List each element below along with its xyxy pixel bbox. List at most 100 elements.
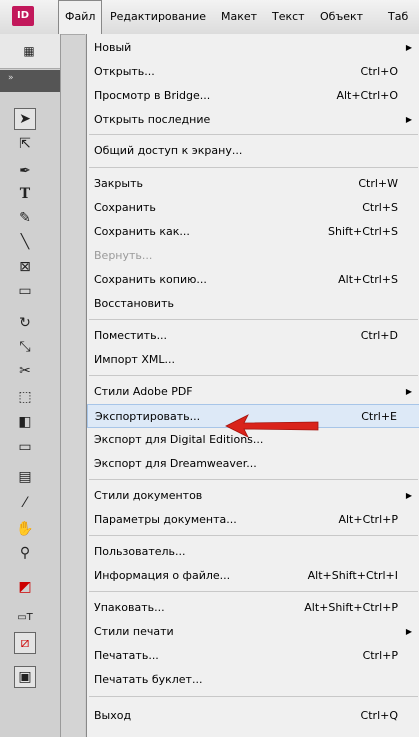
menu-separator [89, 319, 418, 320]
menu-item-open-recent[interactable]: Открыть последние ▶ [87, 108, 419, 132]
menu-item-exit[interactable]: Выход Ctrl+Q [87, 704, 419, 728]
menu-item-print[interactable]: Печатать... Ctrl+P [87, 644, 419, 668]
menu-item-share-screen[interactable]: Общий доступ к экрану... [87, 139, 419, 163]
gradient-feather-tool-icon[interactable]: ▭ [14, 436, 36, 458]
app-logo: ID [12, 6, 34, 26]
submenu-arrow-icon: ▶ [405, 491, 412, 500]
item-shortcut: Ctrl+Q [360, 709, 398, 722]
file-menu-dropdown: Новый ▶ Открыть... Ctrl+O Просмотр в Bri… [86, 34, 419, 737]
menu-item-document-presets[interactable]: Стили документов ▶ [87, 484, 419, 508]
item-label: Пользователь... [94, 545, 186, 558]
menu-item-print-presets[interactable]: Стили печати ▶ [87, 620, 419, 644]
collapse-icon[interactable]: » [8, 73, 14, 83]
menu-item-import-xml[interactable]: Импорт XML... [87, 348, 419, 372]
rotate-tool-icon[interactable]: ↻ [14, 312, 36, 334]
submenu-arrow-icon: ▶ [405, 115, 412, 124]
menu-edit[interactable]: Редактирование [110, 0, 206, 34]
screen-mode-icon[interactable]: ▣ [14, 666, 36, 688]
menu-separator [89, 696, 418, 697]
menu-separator [89, 134, 418, 135]
menu-item-browse-bridge[interactable]: Просмотр в Bridge... Alt+Ctrl+O [87, 84, 419, 108]
menu-item-place[interactable]: Поместить... Ctrl+D [87, 324, 419, 348]
menu-item-export-dreamweaver[interactable]: Экспорт для Dreamweaver... [87, 452, 419, 476]
item-shortcut: Alt+Ctrl+S [338, 273, 398, 286]
item-label: Стили документов [94, 489, 203, 502]
menu-separator [89, 167, 418, 168]
item-label: Закрыть [94, 177, 143, 190]
menu-item-restore[interactable]: Восстановить [87, 292, 419, 316]
panel-header: » [0, 70, 60, 92]
menu-item-document-setup[interactable]: Параметры документа... Alt+Ctrl+P [87, 508, 419, 532]
hand-tool-icon[interactable]: ✋ [14, 518, 36, 540]
menu-item-save[interactable]: Сохранить Ctrl+S [87, 196, 419, 220]
menu-item-file-info[interactable]: Информация о файле... Alt+Shift+Ctrl+I [87, 564, 419, 588]
line-tool-icon[interactable]: ╲ [14, 231, 36, 253]
zoom-tool-icon[interactable]: ⚲ [14, 542, 36, 564]
note-tool-icon[interactable]: ▤ [14, 466, 36, 488]
menu-file[interactable]: Файл [58, 0, 103, 34]
item-label: Стили печати [94, 625, 174, 638]
menu-separator [89, 535, 418, 536]
scissors-tool-icon[interactable]: ✂ [14, 360, 36, 382]
gradient-swatch-tool-icon[interactable]: ◧ [14, 411, 36, 433]
free-transform-tool-icon[interactable]: ⬚ [14, 386, 36, 408]
item-label: Поместить... [94, 329, 168, 342]
menu-separator [89, 375, 418, 376]
item-label: Импорт XML... [94, 353, 175, 366]
control-strip: ▦ [0, 34, 60, 69]
menu-item-save-copy[interactable]: Сохранить копию... Alt+Ctrl+S [87, 268, 419, 292]
item-label: Упаковать... [94, 601, 165, 614]
pen-tool-icon[interactable]: ✒ [14, 160, 36, 182]
selection-tool-icon[interactable]: ➤ [14, 108, 36, 130]
menu-bar: ID Файл Редактирование Макет Текст Объек… [0, 0, 419, 35]
item-label: Информация о файле... [94, 569, 231, 582]
menu-item-print-booklet[interactable]: Печатать буклет... [87, 668, 419, 692]
submenu-arrow-icon: ▶ [405, 627, 412, 636]
item-label: Вернуть... [94, 249, 153, 262]
reference-point-icon[interactable]: ▦ [18, 40, 40, 62]
red-pointer-arrow-icon [225, 414, 319, 438]
item-label: Стили Adobe PDF [94, 385, 193, 398]
item-label: Новый [94, 41, 132, 54]
item-label: Общий доступ к экрану... [94, 144, 243, 157]
item-shortcut: Ctrl+P [362, 649, 398, 662]
item-label: Выход [94, 709, 132, 722]
formatting-icon[interactable]: ▭T [14, 607, 36, 629]
menu-item-open[interactable]: Открыть... Ctrl+O [87, 60, 419, 84]
menu-item-pdf-presets[interactable]: Стили Adobe PDF ▶ [87, 380, 419, 404]
direct-selection-tool-icon[interactable]: ⇱ [14, 133, 36, 155]
rectangle-frame-tool-icon[interactable]: ⊠ [14, 256, 36, 278]
item-shortcut: Alt+Shift+Ctrl+P [304, 601, 398, 614]
menu-item-save-as[interactable]: Сохранить как... Shift+Ctrl+S [87, 220, 419, 244]
item-label: Печатать буклет... [94, 673, 203, 686]
item-label: Сохранить копию... [94, 273, 207, 286]
item-label: Экспорт для Dreamweaver... [94, 457, 257, 470]
item-label: Параметры документа... [94, 513, 237, 526]
item-shortcut: Alt+Ctrl+O [336, 89, 398, 102]
menu-item-user[interactable]: Пользователь... [87, 540, 419, 564]
item-shortcut: Alt+Ctrl+P [338, 513, 398, 526]
rectangle-tool-icon[interactable]: ▭ [14, 280, 36, 302]
menu-item-close[interactable]: Закрыть Ctrl+W [87, 172, 419, 196]
item-label: Просмотр в Bridge... [94, 89, 211, 102]
item-shortcut: Shift+Ctrl+S [328, 225, 398, 238]
item-label: Сохранить [94, 201, 156, 214]
pencil-tool-icon[interactable]: ✎ [14, 207, 36, 229]
eyedropper-tool-icon[interactable]: ⁄ [14, 492, 36, 514]
menu-object[interactable]: Объект [320, 0, 363, 34]
menu-item-new[interactable]: Новый ▶ [87, 36, 419, 60]
menu-separator [89, 591, 418, 592]
apply-none-icon[interactable]: ⧄ [14, 632, 36, 654]
menu-table[interactable]: Таб [388, 0, 408, 34]
menu-item-package[interactable]: Упаковать... Alt+Shift+Ctrl+P [87, 596, 419, 620]
item-label: Открыть... [94, 65, 155, 78]
item-label: Восстановить [94, 297, 174, 310]
menu-layout[interactable]: Макет [221, 0, 257, 34]
fill-stroke-icon[interactable]: ◩ [14, 576, 36, 598]
scale-tool-icon[interactable]: ⤡ [14, 336, 36, 358]
type-tool-icon[interactable]: T [14, 183, 36, 205]
item-label: Сохранить как... [94, 225, 190, 238]
menu-type[interactable]: Текст [272, 0, 305, 34]
item-shortcut: Ctrl+D [360, 329, 398, 342]
item-label: Открыть последние [94, 113, 211, 126]
